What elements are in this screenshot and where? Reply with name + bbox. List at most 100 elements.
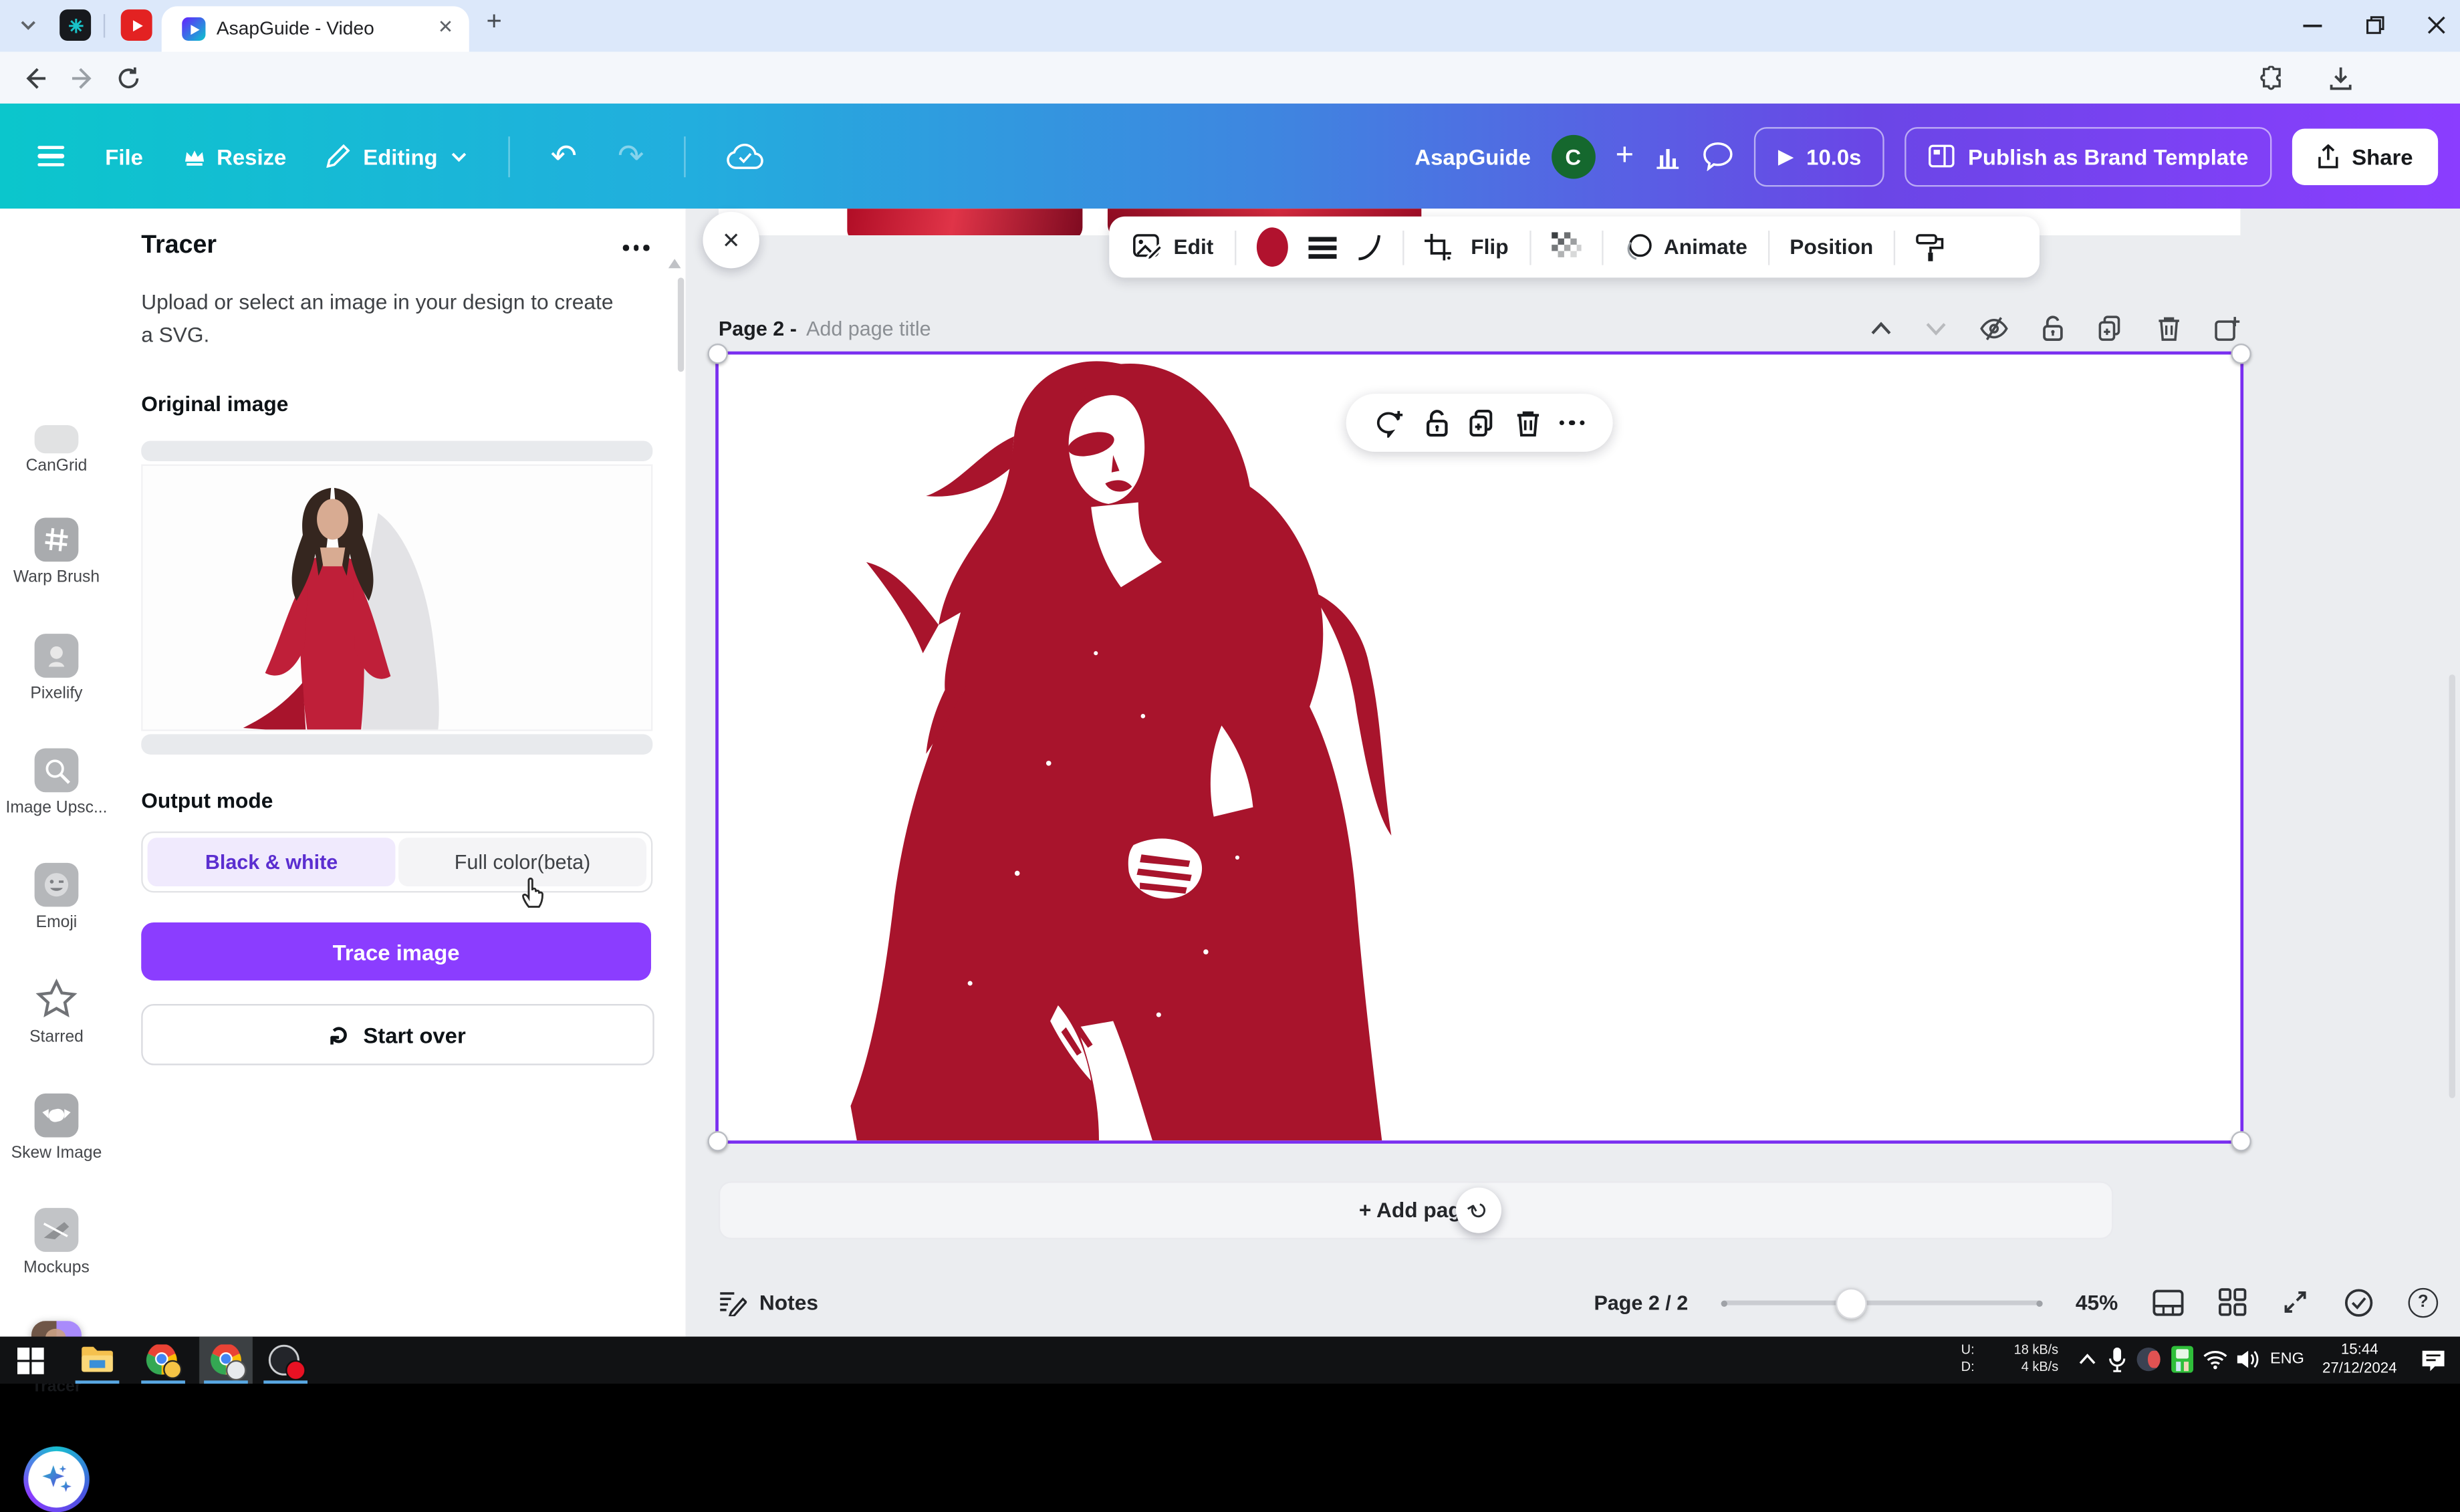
carousel-next-item[interactable] (141, 734, 652, 755)
move-page-up-icon[interactable] (1870, 321, 1892, 335)
language-indicator[interactable]: ENG (2270, 1351, 2304, 1368)
volume-icon[interactable] (2237, 1349, 2261, 1370)
account-avatar[interactable]: C (1551, 134, 1595, 178)
reload-icon[interactable] (116, 66, 142, 92)
grid-view-icon[interactable] (2219, 1288, 2247, 1316)
hide-page-icon[interactable] (1980, 316, 2008, 340)
active-tab[interactable]: AsapGuide - Video ✕ (162, 6, 469, 51)
trace-image-button[interactable]: Trace image (141, 922, 651, 981)
microphone-icon[interactable] (2108, 1348, 2126, 1373)
tab-close-icon[interactable]: ✕ (438, 15, 454, 37)
add-page-button[interactable]: + Add page (719, 1181, 2113, 1239)
new-tab-button[interactable]: + (487, 6, 502, 37)
tray-app-icon[interactable] (2137, 1348, 2161, 1371)
chrome-profile2-button-active[interactable] (199, 1337, 253, 1384)
publish-brand-template-button[interactable]: Publish as Brand Template (1905, 126, 2271, 186)
close-panel-button[interactable]: ✕ (703, 212, 759, 268)
notes-button[interactable]: Notes (719, 1289, 818, 1315)
page-2[interactable] (719, 354, 2241, 1140)
flip-button[interactable]: Flip (1471, 235, 1508, 259)
transparency-icon[interactable] (1551, 232, 1581, 262)
panel-scrollbar[interactable] (678, 277, 683, 372)
window-minimize-icon[interactable] (2303, 23, 2322, 28)
home-menu-icon[interactable] (37, 145, 64, 167)
timeline-view-icon[interactable] (2152, 1289, 2184, 1315)
obs-button[interactable] (268, 1344, 299, 1376)
page-slider[interactable] (1723, 1288, 2041, 1316)
carousel-prev-item[interactable] (141, 440, 652, 461)
redo-icon[interactable]: ↷ (618, 136, 644, 176)
wifi-icon[interactable] (2203, 1349, 2228, 1370)
sidebar-item-cangrid[interactable]: CanGrid (0, 425, 113, 475)
delete-icon[interactable] (1515, 408, 1540, 436)
panel-more-icon[interactable] (623, 245, 649, 250)
youtube-tab-icon[interactable] (121, 9, 152, 41)
action-center-icon[interactable] (2421, 1348, 2446, 1373)
lock-page-icon[interactable] (2041, 315, 2064, 342)
page-title-placeholder[interactable]: Add page title (806, 316, 931, 340)
sidebar-item-mockups[interactable]: Mockups (0, 1208, 113, 1277)
invite-plus-icon[interactable]: + (1616, 138, 1634, 174)
sidebar-item-image-upscaler[interactable]: Image Upsc... (0, 748, 113, 817)
resize-handle-top-right[interactable] (2231, 344, 2251, 364)
tray-green-app-icon[interactable] (2171, 1346, 2193, 1373)
scroll-up-arrow-icon[interactable] (668, 259, 681, 268)
window-close-icon[interactable] (2427, 15, 2446, 34)
animate-button[interactable]: Animate (1623, 232, 1747, 262)
insights-chart-icon[interactable] (1654, 142, 1683, 170)
move-page-down-icon[interactable] (1925, 321, 1947, 335)
fill-color-swatch[interactable] (1256, 227, 1287, 267)
tab-search-chevron-icon[interactable] (19, 17, 37, 33)
mode-black-white-option[interactable]: Black & white (148, 838, 396, 886)
ai-assistant-button[interactable] (23, 1446, 90, 1512)
line-style-icon[interactable] (1356, 234, 1382, 261)
traced-image[interactable] (825, 354, 1398, 1140)
sidebar-item-pixelify[interactable]: Pixelify (0, 634, 113, 703)
zoom-level[interactable]: 45% (2076, 1290, 2118, 1313)
position-button[interactable]: Position (1790, 235, 1873, 259)
resize-handle-top-left[interactable] (707, 344, 728, 364)
help-button[interactable]: ? (2409, 1287, 2439, 1317)
comments-icon[interactable] (1703, 141, 1734, 171)
more-options-icon[interactable] (1559, 420, 1585, 425)
comment-icon[interactable] (1374, 408, 1406, 436)
fullscreen-icon[interactable] (2281, 1288, 2309, 1316)
sidebar-item-warp-brush[interactable]: Warp Brush (0, 517, 113, 586)
editing-mode-dropdown[interactable]: Editing (327, 144, 467, 169)
saved-check-icon[interactable] (2344, 1287, 2374, 1317)
resize-handle-bottom-left[interactable] (707, 1131, 728, 1152)
resize-menu[interactable]: Resize (184, 144, 286, 169)
chrome-profile1-button[interactable] (146, 1344, 177, 1376)
forward-icon[interactable] (71, 66, 96, 92)
delete-page-icon[interactable] (2157, 315, 2181, 342)
sidebar-item-skew-image[interactable]: Skew Image (0, 1094, 113, 1162)
share-button[interactable]: Share (2292, 128, 2438, 184)
start-button-icon[interactable] (17, 1348, 44, 1374)
stroke-weight-icon[interactable] (1308, 236, 1336, 258)
copy-style-roller-icon[interactable] (1916, 232, 1946, 262)
edit-image-button[interactable]: Edit (1132, 234, 1213, 261)
back-icon[interactable] (22, 66, 47, 92)
present-duration-button[interactable]: ▶ 10.0s (1755, 126, 1885, 186)
lock-icon[interactable] (1425, 408, 1450, 436)
file-menu[interactable]: File (105, 144, 143, 169)
page-slider-thumb[interactable] (1836, 1288, 1867, 1319)
sidebar-item-emoji[interactable]: Emoji (0, 863, 113, 932)
canvas-scrollbar[interactable] (2449, 674, 2455, 1098)
extensions-icon[interactable] (2259, 66, 2285, 92)
pinned-tab-icon[interactable] (59, 9, 91, 41)
workspace-name[interactable]: AsapGuide (1414, 144, 1530, 169)
sidebar-item-starred[interactable]: Starred (0, 977, 113, 1046)
original-image-thumbnail[interactable] (141, 465, 652, 731)
undo-icon[interactable]: ↶ (551, 136, 577, 176)
download-icon[interactable] (2328, 66, 2354, 92)
crop-icon[interactable] (1424, 234, 1451, 261)
add-page-icon[interactable] (2214, 315, 2241, 342)
clock[interactable]: 15:44 27/12/2024 (2314, 1342, 2405, 1379)
start-over-button[interactable]: ↻ Start over (141, 1004, 654, 1065)
tray-expand-icon[interactable] (2079, 1354, 2096, 1364)
resize-handle-bottom-right[interactable] (2231, 1131, 2251, 1152)
duplicate-icon[interactable] (1468, 408, 1496, 436)
duplicate-page-icon[interactable] (2098, 315, 2124, 342)
file-explorer-icon[interactable] (82, 1346, 113, 1373)
